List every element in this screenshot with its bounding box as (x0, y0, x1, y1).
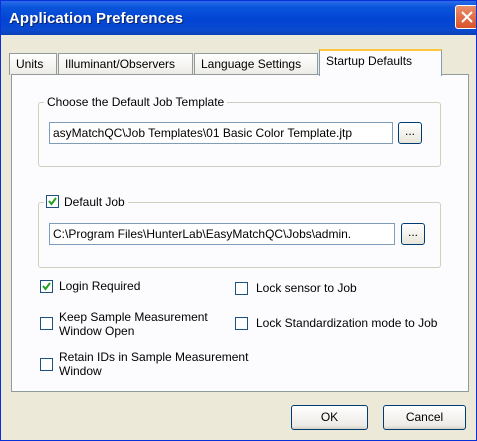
lock-standardization-label: Lock Standardization mode to Job (256, 316, 438, 330)
tab-language-settings[interactable]: Language Settings (194, 53, 318, 75)
lock-sensor-label: Lock sensor to Job (256, 281, 357, 295)
default-job-browse-button[interactable]: ... (401, 223, 425, 245)
job-template-browse-button[interactable]: ... (398, 122, 422, 144)
startup-defaults-panel: Choose the Default Job Template asyMatch… (11, 74, 469, 392)
ok-button[interactable]: OK (291, 405, 368, 430)
window-title: Application Preferences (9, 10, 184, 27)
checkmark-icon (48, 197, 57, 206)
job-template-path-field[interactable]: asyMatchQC\Job Templates\01 Basic Color … (49, 122, 393, 144)
cancel-button[interactable]: Cancel (383, 405, 466, 430)
job-template-group-label: Choose the Default Job Template (44, 95, 228, 109)
job-template-group: Choose the Default Job Template asyMatch… (38, 95, 441, 167)
tab-strip: Units Illuminant/Observers Language Sett… (1, 49, 476, 76)
close-icon (461, 11, 473, 23)
retain-ids-checkbox[interactable] (40, 358, 53, 371)
keep-window-open-label: Keep Sample Measurement Window Open (59, 310, 208, 338)
checkmark-icon (42, 282, 51, 291)
default-job-path-field[interactable]: C:\Program Files\HunterLab\EasyMatchQC\J… (49, 223, 395, 245)
tab-units[interactable]: Units (9, 53, 57, 75)
default-job-legend: Default Job (44, 195, 128, 209)
close-button[interactable] (455, 5, 476, 29)
lock-sensor-checkbox[interactable] (235, 282, 248, 295)
lock-standardization-checkbox[interactable] (235, 317, 248, 330)
preferences-dialog: Application Preferences Units Illuminant… (0, 0, 477, 441)
tab-illuminant-observers[interactable]: Illuminant/Observers (58, 53, 193, 75)
keep-window-open-label-line2: Window Open (59, 324, 135, 338)
retain-ids-label-line2: Window (59, 364, 102, 378)
title-bar[interactable]: Application Preferences (1, 1, 476, 35)
login-required-checkbox[interactable] (40, 280, 53, 293)
retain-ids-label-line1: Retain IDs in Sample Measurement (59, 350, 249, 364)
login-required-label: Login Required (59, 279, 141, 293)
keep-window-open-label-line1: Keep Sample Measurement (59, 310, 208, 324)
default-job-checkbox[interactable] (46, 195, 59, 208)
tab-startup-defaults[interactable]: Startup Defaults (319, 49, 442, 76)
keep-window-open-checkbox[interactable] (40, 317, 53, 330)
default-job-group: Default Job C:\Program Files\HunterLab\E… (38, 195, 441, 268)
retain-ids-label: Retain IDs in Sample Measurement Window (59, 350, 248, 378)
default-job-label: Default Job (64, 195, 125, 209)
